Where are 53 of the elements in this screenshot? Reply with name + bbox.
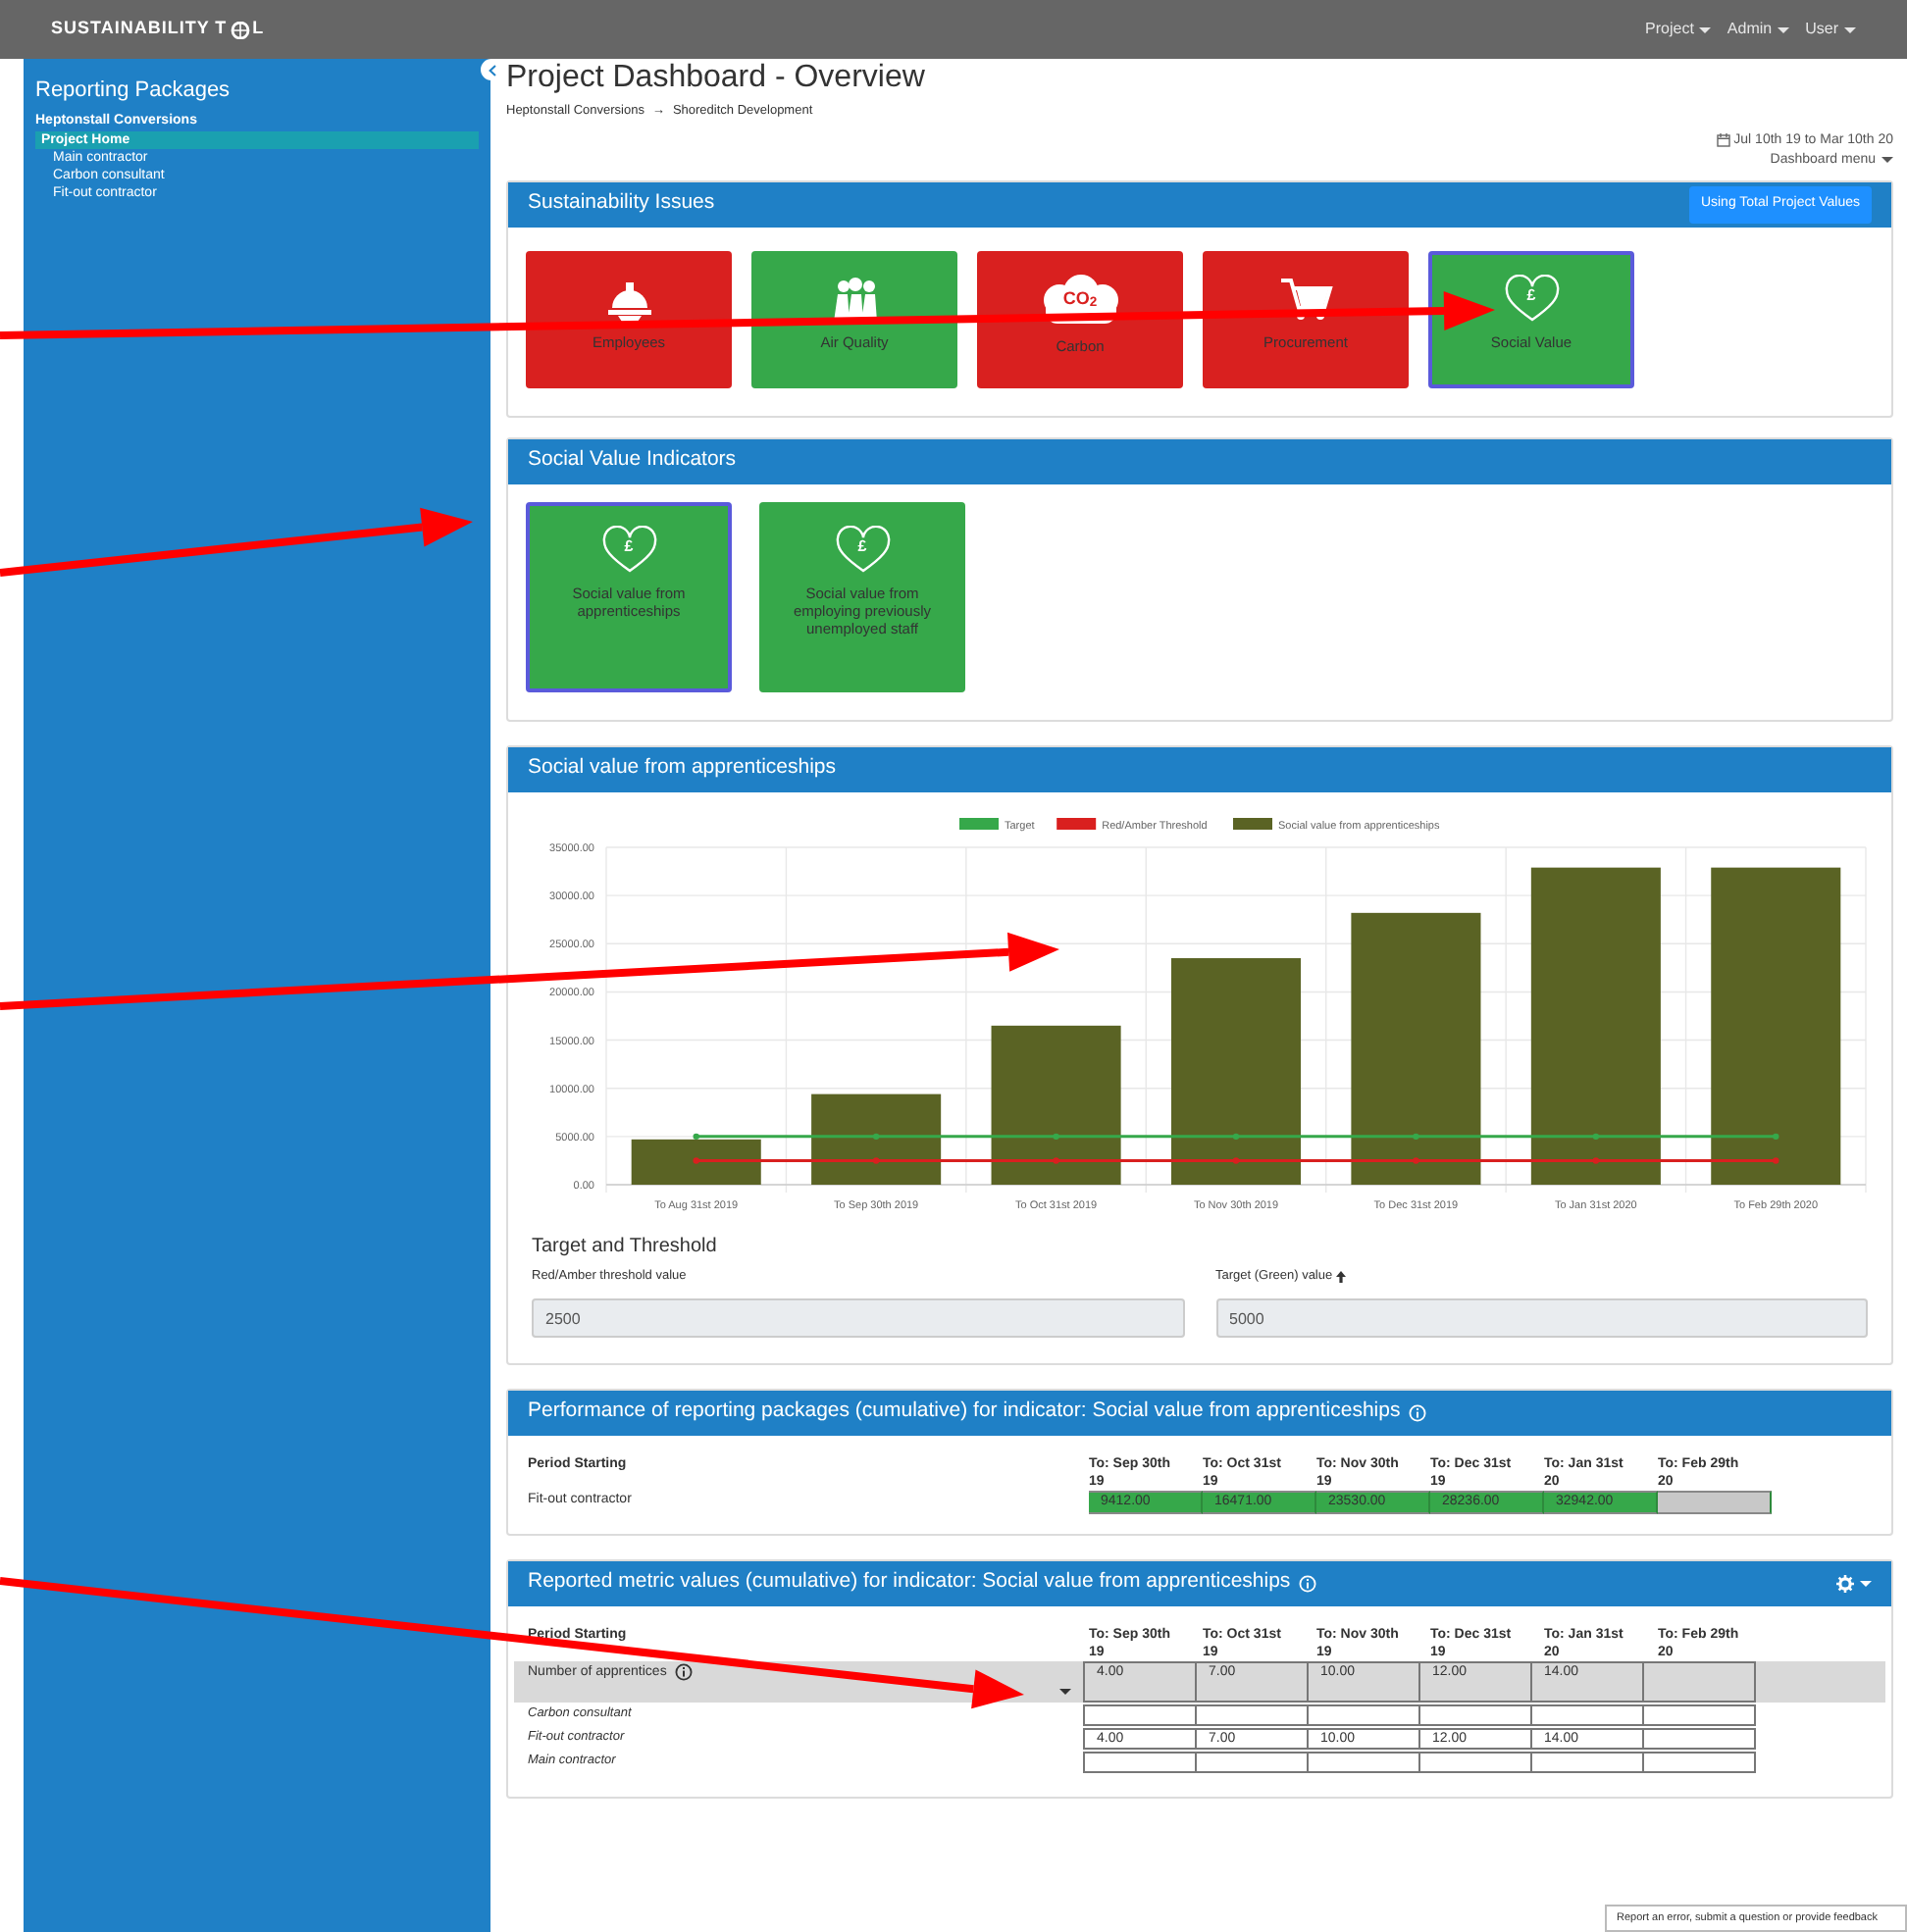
info-icon bbox=[674, 1662, 693, 1680]
heart-icon bbox=[599, 525, 658, 573]
caret-icon bbox=[1778, 26, 1790, 32]
panel-title: Reported metric values (cumulative) for indicator: Social value from apprenticeships bbox=[528, 1567, 1291, 1598]
logo-text: SUSTAINABILITY T bbox=[51, 16, 228, 42]
table-cell bbox=[1195, 1703, 1309, 1725]
sidebar-title: Reporting Packages bbox=[35, 76, 232, 106]
caret-icon bbox=[1860, 1580, 1872, 1586]
heart-icon bbox=[833, 525, 892, 573]
table-cell bbox=[1418, 1703, 1532, 1725]
settings-icon bbox=[1836, 1574, 1854, 1592]
nav-menu[interactable]: User bbox=[1805, 18, 1856, 41]
page-title: Project Dashboard - Overview bbox=[506, 61, 927, 96]
panel-title: Sustainability Issues bbox=[528, 188, 715, 219]
table-cell bbox=[1307, 1703, 1420, 1725]
icon-label: £ bbox=[857, 536, 867, 555]
panel-title: Social Value Indicators bbox=[528, 445, 737, 476]
caret-icon bbox=[1844, 26, 1856, 32]
panel-title: Performance of reporting packages (cumulative) for indicator: Social value from apprenticeships bbox=[528, 1397, 1401, 1427]
logo-text: L bbox=[252, 16, 265, 42]
bar bbox=[631, 1139, 761, 1185]
icon-label: £ bbox=[1526, 285, 1536, 304]
heart-icon bbox=[1502, 274, 1561, 322]
table-cell bbox=[1083, 1751, 1197, 1772]
table-cell bbox=[1642, 1751, 1756, 1772]
table-cell bbox=[1307, 1751, 1420, 1772]
nav-menu[interactable]: Admin bbox=[1727, 18, 1790, 41]
collapse-button[interactable] bbox=[481, 59, 502, 80]
input-field[interactable]: 2500 bbox=[532, 1298, 1184, 1338]
icon-label: £ bbox=[624, 536, 634, 555]
table-cell bbox=[1083, 1703, 1197, 1725]
chevron-left-icon bbox=[488, 64, 495, 76]
table-cell bbox=[1642, 1727, 1756, 1749]
table-cell bbox=[1530, 1751, 1644, 1772]
caret-icon bbox=[1699, 26, 1712, 32]
table-cell bbox=[1642, 1703, 1756, 1725]
bar bbox=[811, 1093, 942, 1185]
table-cell bbox=[1418, 1751, 1532, 1772]
section-title: Target and Threshold bbox=[532, 1233, 719, 1261]
settings-button[interactable] bbox=[1836, 1574, 1872, 1592]
table-cell bbox=[1642, 1660, 1756, 1702]
cart-icon bbox=[1276, 274, 1335, 322]
globe-icon bbox=[229, 21, 251, 38]
info-icon bbox=[1298, 1574, 1316, 1592]
info-icon bbox=[1408, 1403, 1426, 1421]
table-cell bbox=[1530, 1703, 1644, 1725]
caret-icon bbox=[1059, 1688, 1071, 1694]
nav-menu[interactable]: Project bbox=[1645, 18, 1712, 41]
table-cell bbox=[1195, 1751, 1309, 1772]
caret-icon bbox=[1881, 157, 1893, 164]
panel-title: Social value from apprenticeships bbox=[528, 753, 836, 784]
calendar-icon bbox=[1716, 133, 1730, 148]
input-field[interactable]: 5000 bbox=[1215, 1298, 1868, 1338]
